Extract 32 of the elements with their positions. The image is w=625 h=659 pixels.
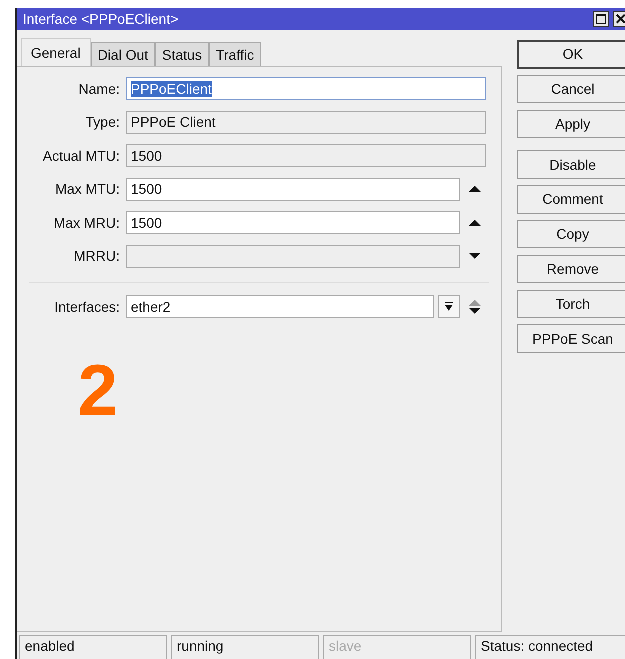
status-field: Status: connected bbox=[475, 635, 625, 659]
field-label: Type: bbox=[84, 114, 121, 130]
field-label: Interfaces: bbox=[54, 298, 121, 314]
field-label: MRRU: bbox=[73, 248, 121, 264]
status-field: enabled bbox=[19, 635, 167, 659]
dialog-button[interactable]: Comment bbox=[517, 185, 625, 214]
field-label: Actual MTU: bbox=[42, 148, 121, 164]
dialog-button[interactable]: OK bbox=[517, 40, 625, 68]
input-field[interactable]: 1500 bbox=[126, 211, 460, 234]
tab[interactable]: General bbox=[21, 38, 91, 66]
field-label: Max MRU: bbox=[52, 214, 121, 230]
annotation-number: 2 bbox=[78, 354, 118, 426]
tab[interactable]: Status bbox=[155, 42, 210, 66]
dialog-button[interactable]: Torch bbox=[517, 290, 625, 318]
input-field[interactable]: 1500 bbox=[126, 144, 486, 167]
status-field: slave bbox=[323, 635, 471, 659]
input-field[interactable]: 1500 bbox=[126, 178, 460, 200]
input-field[interactable]: ether2 bbox=[126, 295, 434, 318]
dialog-button[interactable]: Disable bbox=[517, 150, 625, 179]
tab[interactable]: Traffic bbox=[209, 42, 262, 66]
dialog-button[interactable]: Apply bbox=[517, 110, 625, 138]
input-field[interactable]: PPPoE Client bbox=[126, 110, 486, 134]
field-label: Max MTU: bbox=[54, 181, 121, 197]
field-label: Name: bbox=[78, 80, 121, 96]
dialog-button[interactable]: Cancel bbox=[517, 74, 625, 104]
tab[interactable]: Dial Out bbox=[90, 42, 156, 66]
dialog-button[interactable]: PPPoE Scan bbox=[517, 324, 625, 353]
input-field[interactable]: PPPoEClient bbox=[126, 77, 486, 100]
status-field: running bbox=[171, 635, 319, 659]
window-title: Interface <PPPoEClient> bbox=[23, 11, 180, 27]
dialog-button[interactable]: Remove bbox=[517, 254, 625, 284]
dialog-button[interactable]: Copy bbox=[517, 220, 625, 248]
